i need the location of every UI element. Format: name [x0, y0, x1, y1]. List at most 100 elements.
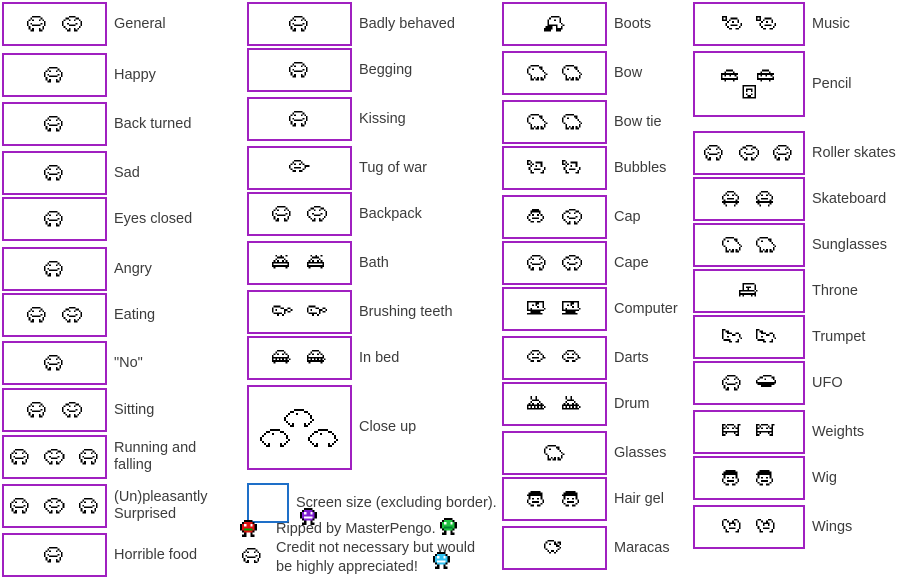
sprite-image [756, 470, 776, 486]
sprite-image [756, 191, 776, 207]
sprite-entry[interactable]: Maracas [502, 526, 687, 570]
sprite-entry[interactable]: Horrible food [2, 533, 232, 577]
sprite-entry-label: "No" [114, 354, 143, 371]
sprite-entry-label: Bow [614, 64, 643, 81]
sprite-image [561, 65, 582, 81]
sprite-entry[interactable]: Running and falling [2, 435, 232, 479]
sprite-image [721, 191, 742, 207]
sprite-entry[interactable]: Skateboard [693, 177, 899, 221]
sprite-entry[interactable]: Sad [2, 151, 232, 195]
sprite-entry[interactable]: Kissing [247, 97, 492, 141]
sprite-entry[interactable]: Drum [502, 382, 687, 426]
sprite-entry[interactable]: Wings [693, 505, 899, 549]
sprite-entry[interactable]: Trumpet [693, 315, 899, 359]
sprite-image [773, 145, 793, 161]
sprite-image [257, 408, 342, 427]
sprite-group [695, 4, 803, 44]
sprite-image [527, 160, 547, 175]
sprite-frame-box [693, 361, 805, 405]
sprite-entry-label: In bed [359, 349, 400, 366]
sprite-entry[interactable]: Sitting [2, 388, 232, 432]
sprite-entry[interactable]: Throne [693, 269, 899, 313]
sprite-entry[interactable]: (Un)pleasantly Surprised [2, 484, 232, 528]
sprite-entry[interactable]: Bath [247, 241, 492, 285]
sprite-entry[interactable]: Badly behaved [247, 2, 492, 46]
sprite-entry[interactable]: Bubbles [502, 146, 687, 190]
sprite-entry[interactable]: Music [693, 2, 899, 46]
sprite-entry-label: Horrible food [114, 546, 198, 563]
sprite-entry[interactable]: Eating [2, 293, 232, 337]
sprite-entry-label: General [114, 15, 166, 32]
sprite-entry[interactable]: Hair gel [502, 477, 687, 521]
sprite-group [4, 486, 105, 526]
sprite-entry[interactable]: Eyes closed [2, 197, 232, 241]
sprite-frame-box [693, 410, 805, 454]
sprite-entry-label: Close up [359, 419, 417, 436]
sprite-entry-label: Sitting [114, 401, 155, 418]
sprite-image [561, 301, 582, 316]
sprite-image [44, 498, 65, 514]
sprite-entry[interactable]: General [2, 2, 232, 46]
sprite-entry[interactable]: Darts [502, 336, 687, 380]
sprite-frame-box [2, 484, 107, 528]
sprite-entry[interactable]: Roller skates [693, 131, 899, 175]
sprite-image [44, 116, 64, 132]
sprite-entry[interactable]: In bed [247, 336, 492, 380]
sprite-entry[interactable]: Wig [693, 456, 899, 500]
sprite-frame-box [2, 2, 107, 46]
sprite-entry-label: Throne [812, 282, 858, 299]
sprite-image [738, 283, 759, 298]
sprite-entry[interactable]: Sunglasses [693, 223, 899, 267]
sprite-entry[interactable]: Begging [247, 48, 492, 92]
sprite-frame-box [247, 97, 352, 141]
sprite-image [544, 445, 565, 461]
sprite-frame-box [2, 102, 107, 146]
sprite-entry[interactable]: Pencil [693, 51, 899, 117]
sprite-frame-box [502, 2, 607, 46]
sprite-entry[interactable]: Back turned [2, 102, 232, 146]
sprite-entry[interactable]: "No" [2, 341, 232, 385]
sprite-image [561, 160, 582, 175]
sprite-entry[interactable]: Brushing teeth [247, 290, 492, 334]
sprite-entry[interactable]: Backpack [247, 192, 492, 236]
sprite-entry[interactable]: Cap [502, 195, 687, 239]
sprite-entry-label: Eating [114, 306, 156, 323]
sprite-frame-box [2, 151, 107, 195]
sprite-image [272, 255, 292, 270]
sprite-entry-label: Trumpet [812, 328, 866, 345]
sprite-image [544, 540, 564, 555]
sprite-entry-label: Cape [614, 254, 649, 271]
sprite-group [695, 53, 803, 115]
sprite-entry-label: Bubbles [614, 159, 667, 176]
sprite-group [249, 387, 350, 468]
sprite-image [561, 209, 582, 225]
sprite-entry-label: Weights [812, 423, 865, 440]
sprite-entry[interactable]: Happy [2, 53, 232, 97]
sprite-image [561, 396, 582, 411]
sprite-entry[interactable]: Tug of war [247, 146, 492, 190]
sprite-entry[interactable]: Bow [502, 51, 687, 95]
sprite-entry-label: Drum [614, 395, 650, 412]
sprite-entry[interactable]: Weights [693, 410, 899, 454]
sprite-entry[interactable]: Angry [2, 247, 232, 291]
sprite-group [249, 148, 350, 188]
sprite-image [721, 329, 742, 344]
sprite-image [721, 16, 742, 31]
sprite-entry[interactable]: UFO [693, 361, 899, 405]
sprite-group [504, 338, 605, 378]
sprite-image [721, 470, 742, 486]
sprite-group [249, 194, 350, 234]
sprite-entry[interactable]: Glasses [502, 431, 687, 475]
sprite-image [272, 304, 293, 319]
sprite-entry[interactable]: Close up [247, 385, 492, 470]
sprite-entry-label: Running and falling [114, 440, 197, 473]
sprite-image [44, 211, 64, 227]
sprite-group [695, 458, 803, 498]
sprite-entry[interactable]: Boots [502, 2, 687, 46]
sprite-entry[interactable]: Cape [502, 241, 687, 285]
sprite-image [527, 350, 547, 365]
sprite-image [44, 165, 64, 181]
sprite-entry[interactable]: Computer [502, 287, 687, 331]
sprite-frame-box [693, 51, 805, 117]
sprite-entry[interactable]: Bow tie [502, 100, 687, 144]
